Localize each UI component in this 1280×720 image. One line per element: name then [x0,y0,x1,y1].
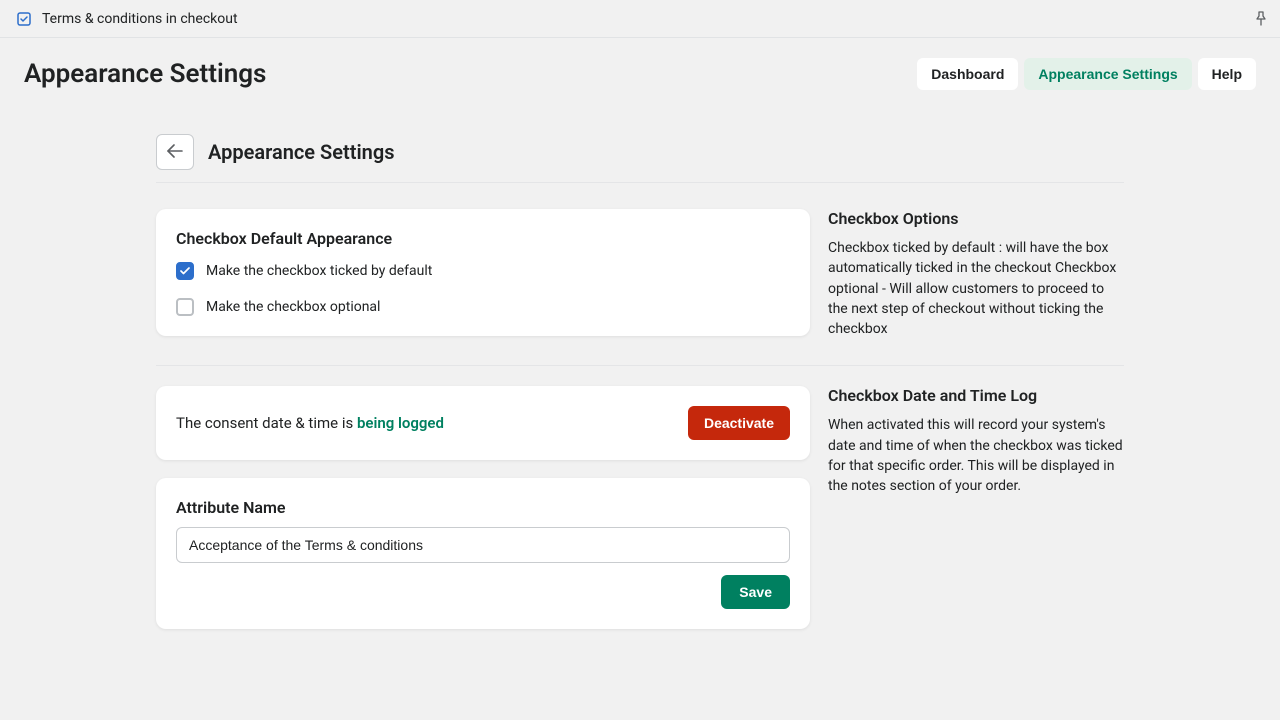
sidebar-date-time-log: Checkbox Date and Time Log When activate… [828,386,1124,496]
card-title: Checkbox Default Appearance [176,229,790,248]
checkbox-optional-label: Make the checkbox optional [206,299,380,315]
consent-log-status: being logged [357,414,444,432]
tab-help[interactable]: Help [1198,58,1256,90]
tab-dashboard[interactable]: Dashboard [917,58,1018,90]
header-tabs: Dashboard Appearance Settings Help [917,58,1256,90]
side-title-log: Checkbox Date and Time Log [828,386,1124,405]
consent-log-card: The consent date & time is being logged … [156,386,810,460]
checkbox-ticked-default[interactable] [176,262,194,280]
side-text-log: When activated this will record your sys… [828,415,1124,496]
side-title: Checkbox Options [828,209,1124,228]
checkbox-default-card: Checkbox Default Appearance Make the che… [156,209,810,336]
page-title: Appearance Settings [24,59,266,89]
attribute-name-card: Attribute Name Save [156,478,810,629]
deactivate-button[interactable]: Deactivate [688,406,790,440]
checkbox-optional[interactable] [176,298,194,316]
side-text: Checkbox ticked by default : will have t… [828,238,1124,339]
arrow-left-icon [167,144,183,161]
sidebar-checkbox-options: Checkbox Options Checkbox ticked by defa… [828,209,1124,339]
save-button[interactable]: Save [721,575,790,609]
app-icon [16,11,32,27]
consent-log-prefix: The consent date & time is [176,414,357,432]
topbar-title: Terms & conditions in checkout [42,11,238,27]
attribute-name-label: Attribute Name [176,498,790,517]
tab-appearance-settings[interactable]: Appearance Settings [1024,58,1191,90]
sub-title: Appearance Settings [208,140,394,164]
pin-icon[interactable] [1254,11,1268,27]
checkbox-ticked-default-label: Make the checkbox ticked by default [206,263,432,279]
attribute-name-input[interactable] [176,527,790,563]
back-button[interactable] [156,134,194,170]
